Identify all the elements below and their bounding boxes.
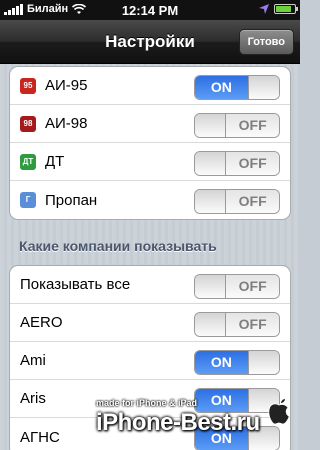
watermark: made for iPhone & iPad iPhone-Best.ru — [96, 394, 296, 444]
toggle-off-label: OFF — [226, 114, 279, 137]
fuel-type-row: 95 АИ-95 ON — [10, 67, 290, 105]
toggle-knob — [195, 275, 227, 298]
fuel-type-label: ДТ — [45, 153, 65, 170]
fuel-type-icon: Г — [20, 192, 36, 208]
toggle-switch[interactable]: ON — [194, 350, 280, 375]
fuel-type-row: 98 АИ-98 OFF — [10, 105, 290, 143]
done-button[interactable]: Готово — [238, 29, 294, 55]
company-label: Aris — [20, 390, 46, 407]
company-label: Показывать все — [20, 276, 131, 293]
fuel-types-group: 95 АИ-95 ON 98 АИ-98 OFF ДТ ДТ OFF Г Пропан OFF — [9, 66, 291, 220]
company-label: AERO — [20, 314, 63, 331]
toggle-switch[interactable]: OFF — [194, 151, 280, 176]
apple-logo-icon — [268, 399, 290, 425]
section-header-companies: Какие компании показывать — [19, 238, 217, 254]
toggle-switch[interactable]: OFF — [194, 274, 280, 299]
fuel-type-icon: 95 — [20, 77, 36, 94]
fuel-type-row: ДТ ДТ OFF — [10, 143, 290, 181]
toggle-knob — [247, 76, 279, 99]
watermark-site-text: iPhone-Best.ru — [96, 409, 260, 436]
toggle-switch[interactable]: OFF — [194, 189, 280, 214]
watermark-small-text: made for iPhone & iPad — [96, 398, 198, 408]
company-label: Ami — [20, 352, 46, 369]
toggle-off-label: OFF — [226, 313, 279, 336]
toggle-switch[interactable]: ON — [194, 75, 280, 100]
toggle-knob — [195, 114, 227, 137]
toggle-knob — [247, 351, 279, 374]
location-arrow-icon — [259, 4, 269, 14]
status-bar: Билайн 12:14 PM — [0, 0, 300, 20]
company-row: Ami ON — [10, 342, 290, 380]
fuel-type-label: АИ-95 — [45, 77, 88, 94]
status-time: 12:14 PM — [121, 3, 179, 18]
fuel-type-label: Пропан — [45, 191, 98, 209]
toggle-off-label: OFF — [226, 275, 279, 298]
battery-icon — [274, 4, 298, 14]
toggle-knob — [195, 152, 227, 175]
fuel-type-row: Г Пропан OFF — [10, 181, 290, 219]
fuel-type-icon: ДТ — [20, 153, 36, 170]
toggle-knob — [195, 190, 227, 213]
toggle-switch[interactable]: OFF — [194, 113, 280, 138]
toggle-on-label: ON — [195, 351, 248, 374]
toggle-off-label: OFF — [226, 190, 279, 213]
company-label: АГНС — [20, 428, 60, 446]
toggle-switch[interactable]: OFF — [194, 312, 280, 337]
toggle-knob — [195, 313, 227, 336]
company-row: AERO OFF — [10, 304, 290, 342]
navigation-bar: Настройки Готово — [0, 20, 300, 64]
company-row: Показывать все OFF — [10, 266, 290, 304]
toggle-on-label: ON — [195, 76, 248, 99]
toggle-off-label: OFF — [226, 152, 279, 175]
fuel-type-label: АИ-98 — [45, 115, 88, 132]
fuel-type-icon: 98 — [20, 115, 36, 132]
